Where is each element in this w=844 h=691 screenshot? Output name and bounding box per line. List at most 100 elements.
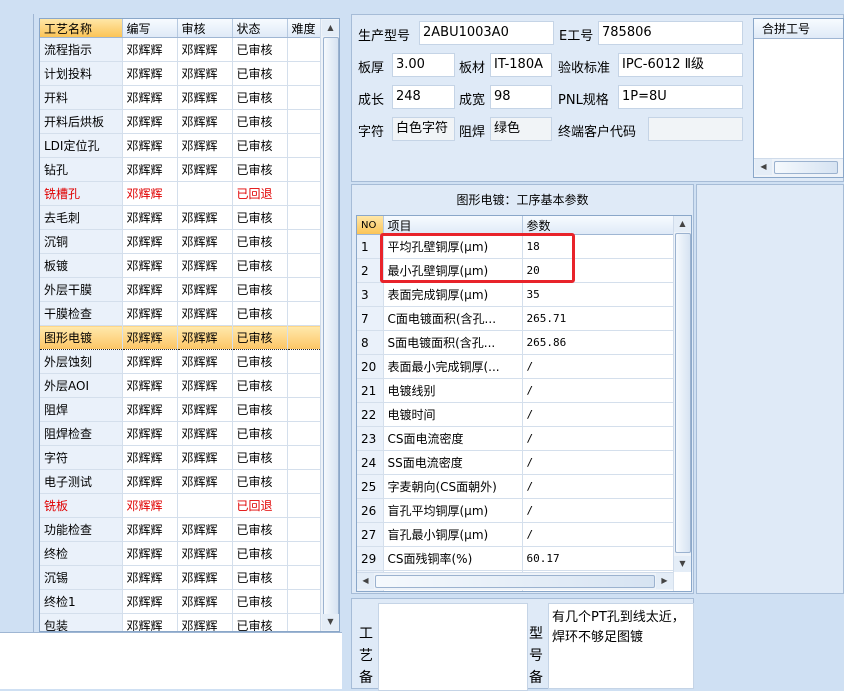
- difficulty-cell[interactable]: [287, 37, 323, 62]
- process-name-cell[interactable]: 终检1: [40, 589, 123, 614]
- param-no-cell[interactable]: 21: [357, 378, 384, 403]
- process-name-cell[interactable]: 板镀: [40, 253, 123, 278]
- param-item-cell[interactable]: 字麦朝向(CS面朝外): [383, 474, 523, 499]
- process-remarks-textarea[interactable]: [378, 603, 528, 691]
- param-no-cell[interactable]: 25: [357, 474, 384, 499]
- param-value-cell[interactable]: 35: [522, 282, 674, 307]
- process-row[interactable]: 电子测试 邓辉辉 邓辉辉 已审核: [40, 469, 323, 494]
- difficulty-cell[interactable]: [287, 541, 323, 566]
- scroll-up-arrow-icon[interactable]: ▲: [322, 20, 339, 36]
- process-name-cell[interactable]: 电子测试: [40, 469, 123, 494]
- process-name-cell[interactable]: 图形电镀: [40, 325, 123, 350]
- process-row[interactable]: 去毛刺 邓辉辉 邓辉辉 已审核: [40, 205, 323, 230]
- param-item-cell[interactable]: SS面电流密度: [383, 450, 523, 475]
- parameter-vertical-scrollbar[interactable]: ▲ ▼: [673, 216, 691, 572]
- col-header-writer[interactable]: 编写: [122, 19, 178, 38]
- process-name-cell[interactable]: 外层AOI: [40, 373, 123, 398]
- reviewer-cell[interactable]: 邓辉辉: [177, 397, 233, 422]
- difficulty-cell[interactable]: [287, 301, 323, 326]
- merge-order-header[interactable]: 合拼工号: [754, 19, 843, 39]
- status-cell[interactable]: 已审核: [232, 205, 288, 230]
- status-cell[interactable]: 已审核: [232, 253, 288, 278]
- process-row[interactable]: 板镀 邓辉辉 邓辉辉 已审核: [40, 253, 323, 278]
- process-name-cell[interactable]: 铣槽孔: [40, 181, 123, 206]
- status-cell[interactable]: 已回退: [232, 181, 288, 206]
- col-header-difficulty[interactable]: 难度: [287, 19, 323, 38]
- process-row[interactable]: 铣槽孔 邓辉辉 已回退: [40, 181, 323, 206]
- writer-cell[interactable]: 邓辉辉: [122, 469, 178, 494]
- model-remarks-textarea[interactable]: 有几个PT孔到线太近，焊环不够足图镀: [548, 603, 694, 689]
- process-row[interactable]: 阻焊 邓辉辉 邓辉辉 已审核: [40, 397, 323, 422]
- merge-horizontal-scrollbar[interactable]: ◀: [754, 158, 843, 177]
- process-row[interactable]: 外层蚀刻 邓辉辉 邓辉辉 已审核: [40, 349, 323, 374]
- status-cell[interactable]: 已回退: [232, 493, 288, 518]
- param-item-cell[interactable]: C面电镀面积(含孔...: [383, 306, 523, 331]
- process-row[interactable]: 终检1 邓辉辉 邓辉辉 已审核: [40, 589, 323, 614]
- parameter-row[interactable]: 24 SS面电流密度 /: [357, 450, 674, 475]
- solder-mask-field[interactable]: 绿色: [490, 117, 552, 141]
- difficulty-cell[interactable]: [287, 133, 323, 158]
- col-header-item[interactable]: 项目: [383, 216, 523, 235]
- difficulty-cell[interactable]: [287, 61, 323, 86]
- parameter-row[interactable]: 23 CS面电流密度 /: [357, 426, 674, 451]
- thickness-field[interactable]: 3.00: [392, 53, 455, 77]
- param-value-cell[interactable]: /: [522, 498, 674, 523]
- reviewer-cell[interactable]: 邓辉辉: [177, 109, 233, 134]
- process-row[interactable]: 终检 邓辉辉 邓辉辉 已审核: [40, 541, 323, 566]
- process-row[interactable]: 包装 邓辉辉 邓辉辉 已审核: [40, 613, 323, 631]
- param-no-cell[interactable]: 8: [357, 330, 384, 355]
- parameter-row[interactable]: 27 盲孔最小铜厚(μm) /: [357, 522, 674, 547]
- process-row[interactable]: 字符 邓辉辉 邓辉辉 已审核: [40, 445, 323, 470]
- reviewer-cell[interactable]: 邓辉辉: [177, 133, 233, 158]
- writer-cell[interactable]: 邓辉辉: [122, 493, 178, 518]
- difficulty-cell[interactable]: [287, 397, 323, 422]
- scroll-right-arrow-icon[interactable]: ▶: [656, 573, 673, 589]
- process-grid-vertical-scrollbar[interactable]: ▲ ▼: [320, 19, 339, 631]
- difficulty-cell[interactable]: [287, 565, 323, 590]
- param-no-cell[interactable]: 7: [357, 306, 384, 331]
- writer-cell[interactable]: 邓辉辉: [122, 109, 178, 134]
- difficulty-cell[interactable]: [287, 277, 323, 302]
- status-cell[interactable]: 已审核: [232, 469, 288, 494]
- length-field[interactable]: 248: [392, 85, 455, 109]
- param-no-cell[interactable]: 22: [357, 402, 384, 427]
- difficulty-cell[interactable]: [287, 85, 323, 110]
- scrollbar-thumb[interactable]: [774, 161, 838, 174]
- parameter-horizontal-scrollbar[interactable]: ◀ ▶: [357, 572, 673, 590]
- param-value-cell[interactable]: /: [522, 402, 674, 427]
- process-name-cell[interactable]: LDI定位孔: [40, 133, 123, 158]
- difficulty-cell[interactable]: [287, 325, 323, 350]
- difficulty-cell[interactable]: [287, 613, 323, 631]
- process-row[interactable]: 沉铜 邓辉辉 邓辉辉 已审核: [40, 229, 323, 254]
- reviewer-cell[interactable]: 邓辉辉: [177, 349, 233, 374]
- reviewer-cell[interactable]: 邓辉辉: [177, 613, 233, 631]
- parameter-row[interactable]: 3 表面完成铜厚(μm) 35: [357, 282, 674, 307]
- param-no-cell[interactable]: 29: [357, 546, 384, 571]
- status-cell[interactable]: 已审核: [232, 421, 288, 446]
- writer-cell[interactable]: 邓辉辉: [122, 421, 178, 446]
- writer-cell[interactable]: 邓辉辉: [122, 133, 178, 158]
- e-number-field[interactable]: 785806: [598, 21, 743, 45]
- reviewer-cell[interactable]: 邓辉辉: [177, 589, 233, 614]
- scrollbar-thumb[interactable]: [375, 575, 655, 588]
- status-cell[interactable]: 已审核: [232, 565, 288, 590]
- param-value-cell[interactable]: 265.86: [522, 330, 674, 355]
- process-name-cell[interactable]: 干膜检查: [40, 301, 123, 326]
- process-row[interactable]: 钻孔 邓辉辉 邓辉辉 已审核: [40, 157, 323, 182]
- param-no-cell[interactable]: 27: [357, 522, 384, 547]
- difficulty-cell[interactable]: [287, 445, 323, 470]
- param-no-cell[interactable]: 24: [357, 450, 384, 475]
- writer-cell[interactable]: 邓辉辉: [122, 85, 178, 110]
- reviewer-cell[interactable]: 邓辉辉: [177, 253, 233, 278]
- process-name-cell[interactable]: 流程指示: [40, 37, 123, 62]
- param-value-cell[interactable]: 60.17: [522, 546, 674, 571]
- param-item-cell[interactable]: 盲孔最小铜厚(μm): [383, 522, 523, 547]
- param-item-cell[interactable]: 电镀时间: [383, 402, 523, 427]
- param-no-cell[interactable]: 3: [357, 282, 384, 307]
- status-cell[interactable]: 已审核: [232, 61, 288, 86]
- reviewer-cell[interactable]: [177, 493, 233, 518]
- process-name-cell[interactable]: 沉铜: [40, 229, 123, 254]
- process-row[interactable]: 开料 邓辉辉 邓辉辉 已审核: [40, 85, 323, 110]
- status-cell[interactable]: 已审核: [232, 589, 288, 614]
- reviewer-cell[interactable]: 邓辉辉: [177, 373, 233, 398]
